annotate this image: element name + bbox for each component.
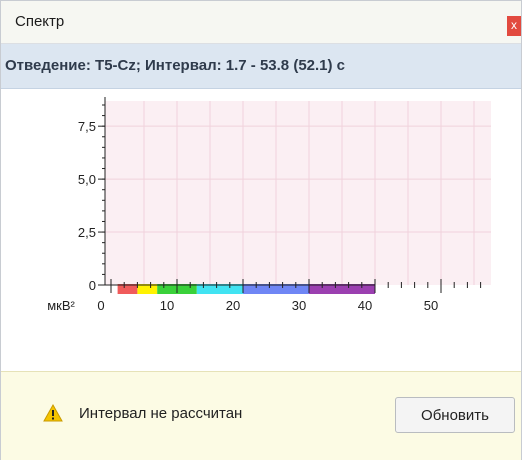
- lead-interval-info: Отведение: T5-Cz; Интервал: 1.7 - 53.8 (…: [5, 57, 346, 74]
- plot-background: [105, 101, 491, 285]
- spectrum-chart: 7,5 5,0 2,5 00 10 20 30 40 50 мкВ²: [47, 97, 491, 313]
- x-tick-label: 40: [358, 298, 372, 313]
- close-button[interactable]: x: [507, 16, 521, 36]
- x-tick-label: 20: [226, 298, 240, 313]
- y-tick-label: 5,0: [78, 172, 96, 187]
- y-tick-label: 0: [89, 278, 96, 293]
- status-footer: Интервал не рассчитан Обновить: [1, 371, 521, 460]
- warning-triangle-icon: [43, 404, 63, 422]
- y-tick-label: 2,5: [78, 225, 96, 240]
- refresh-button[interactable]: Обновить: [395, 397, 515, 433]
- x-tick-label: 30: [292, 298, 306, 313]
- warning-message: Интервал не рассчитан: [79, 405, 243, 422]
- info-header: Отведение: T5-Cz; Интервал: 1.7 - 53.8 (…: [1, 44, 521, 89]
- y-tick-label: 7,5: [78, 119, 96, 134]
- x-tick-label: 10: [160, 298, 174, 313]
- window-title: Спектр: [15, 13, 65, 30]
- x-tick-label: 50: [424, 298, 438, 313]
- y-unit-label: мкВ²: [47, 298, 75, 313]
- title-bar: Спектр x: [1, 1, 521, 44]
- spectrum-window: Спектр x Отведение: T5-Cz; Интервал: 1.7…: [0, 0, 522, 460]
- x-tick-label: 0: [97, 298, 104, 313]
- spectrum-chart-area: 7,5 5,0 2,5 0 0 10 20 30 40 50 мкВ²: [1, 89, 521, 369]
